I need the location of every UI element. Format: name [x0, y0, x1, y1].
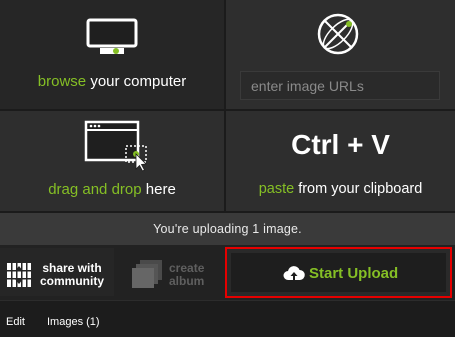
- share-with-community-button[interactable]: share with community: [0, 248, 114, 296]
- menu-edit[interactable]: Edit: [6, 316, 25, 328]
- share-label: share with community: [40, 261, 105, 288]
- drag-label: drag and drop here: [48, 181, 176, 198]
- upload-button-face: Start Upload: [231, 253, 446, 292]
- monitor-icon: [86, 18, 138, 54]
- share-grid-icon: [7, 263, 31, 287]
- start-upload-label: Start Upload: [309, 265, 399, 282]
- paste-shortcut: Ctrl + V: [291, 129, 390, 160]
- browse-label: browse your computer: [37, 73, 187, 90]
- action-row: share with community create album Start Up…: [0, 245, 455, 300]
- paste-tile: Ctrl + V paste from your clipboard: [226, 111, 455, 211]
- window-drag-icon: [84, 120, 147, 172]
- bottom-menu: Edit Images (1): [0, 300, 455, 337]
- menu-images[interactable]: Images (1): [47, 316, 100, 328]
- drag-drop-tile[interactable]: drag and drop here: [0, 111, 224, 211]
- browse-computer-tile[interactable]: browse your computer: [0, 0, 224, 109]
- cloud-upload-icon: [283, 266, 305, 280]
- globe-icon: [317, 13, 359, 55]
- url-tile: [226, 0, 455, 109]
- create-album-button[interactable]: create album: [122, 248, 222, 296]
- paste-label: paste from your clipboard: [258, 181, 423, 197]
- start-upload-button[interactable]: Start Upload: [225, 247, 452, 298]
- album-stack-icon: [132, 260, 162, 288]
- image-url-input[interactable]: [240, 71, 440, 100]
- upload-status: You're uploading 1 image.: [0, 213, 455, 245]
- album-label: create album: [169, 261, 205, 288]
